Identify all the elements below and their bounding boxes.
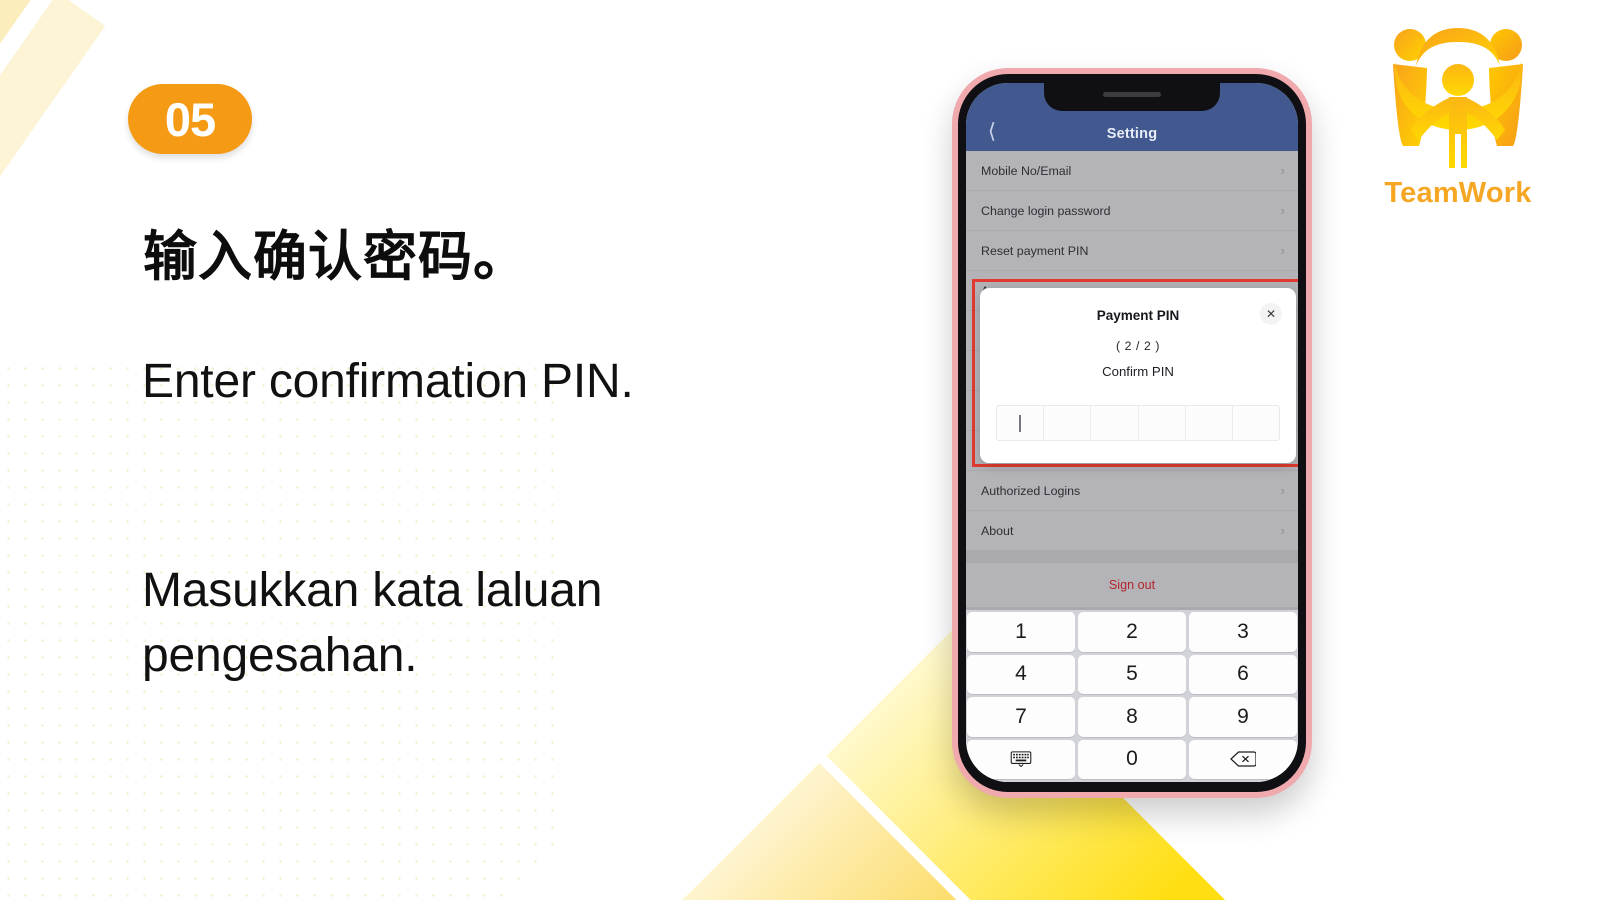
phone-mockup: ⟨ Setting Mobile No/Email › Change login… (952, 68, 1312, 798)
pin-cell-5[interactable] (1186, 406, 1233, 440)
keypad-key-6[interactable]: 6 (1189, 654, 1297, 694)
phone-bezel: ⟨ Setting Mobile No/Email › Change login… (958, 74, 1306, 792)
brand-name-label: TeamWork (1384, 177, 1532, 209)
modal-title: Payment PIN (1096, 307, 1180, 323)
settings-row-label: About (981, 523, 1014, 538)
phone-screen: ⟨ Setting Mobile No/Email › Change login… (966, 83, 1298, 782)
sign-out-button[interactable]: Sign out (966, 563, 1298, 607)
modal-header: Payment PIN ✕ (996, 303, 1282, 326)
sign-out-label: Sign out (1108, 578, 1156, 592)
chevron-left-icon[interactable]: ⟨ (978, 117, 1006, 145)
headline-chinese: 输入确认密码。 (143, 227, 528, 287)
page-title: Setting (1106, 126, 1158, 142)
settings-row-reset-pin[interactable]: Reset payment PIN › (966, 231, 1298, 271)
modal-subtitle: Confirm PIN (1102, 364, 1174, 379)
headline-english: Enter confirmation PIN. (142, 355, 634, 408)
keypad-key-3[interactable]: 3 (1189, 612, 1297, 652)
chevron-right-icon: › (1280, 483, 1285, 498)
pin-cell-2[interactable] (1044, 406, 1092, 440)
step-number-label: 05 (164, 92, 216, 146)
close-icon[interactable]: ✕ (1260, 303, 1282, 325)
settings-row-authorized-logins[interactable]: Authorized Logins › (966, 471, 1298, 511)
settings-row-label: Change login password (981, 203, 1111, 218)
keypad-key-8[interactable]: 8 (1078, 697, 1186, 737)
settings-row-label: Mobile No/Email (981, 163, 1072, 178)
payment-pin-modal: Payment PIN ✕ ( 2 / 2 ) Confirm PIN (980, 288, 1296, 463)
keypad-key-9[interactable]: 9 (1189, 697, 1297, 737)
settings-row-mobile[interactable]: Mobile No/Email › (966, 151, 1298, 191)
phone-notch (1044, 83, 1220, 111)
pin-cell-3[interactable] (1091, 406, 1139, 440)
keypad-key-1[interactable]: 1 (967, 612, 1075, 652)
three-people-teamwork-icon (1393, 28, 1523, 168)
text-caret (1019, 414, 1021, 432)
pin-input-group[interactable] (996, 405, 1280, 441)
list-separator (966, 551, 1298, 563)
pin-cell-4[interactable] (1139, 406, 1186, 440)
settings-row-label: Reset payment PIN (981, 243, 1089, 258)
step-number-badge: 05 (128, 84, 252, 154)
numeric-keypad: 1 2 3 4 5 6 7 8 9 0 (966, 610, 1298, 782)
keypad-key-5[interactable]: 5 (1078, 654, 1186, 694)
chevron-right-icon: › (1280, 163, 1285, 178)
modal-step-counter: ( 2 / 2 ) (1115, 339, 1160, 353)
settings-row-label: Authorized Logins (981, 483, 1081, 498)
slide-canvas: 05 输入确认密码。 Enter confirmation PIN. Masuk… (0, 0, 1600, 900)
brand-logo: TeamWork (1358, 18, 1558, 233)
settings-row-about[interactable]: About › (966, 511, 1298, 551)
keypad-key-7[interactable]: 7 (967, 697, 1075, 737)
notch-speaker (1103, 92, 1161, 97)
keypad-key-4[interactable]: 4 (967, 654, 1075, 694)
keypad-key-2[interactable]: 2 (1078, 612, 1186, 652)
keypad-key-0[interactable]: 0 (1078, 739, 1186, 779)
pin-cell-6[interactable] (1233, 406, 1279, 440)
chevron-right-icon: › (1280, 243, 1285, 258)
chevron-right-icon: › (1280, 203, 1285, 218)
settings-row-change-password[interactable]: Change login password › (966, 191, 1298, 231)
chevron-right-icon: › (1280, 523, 1285, 538)
headline-malay: Masukkan kata laluan pengesahan. (142, 564, 603, 683)
keyboard-icon[interactable] (967, 739, 1075, 779)
pin-cell-1[interactable] (997, 406, 1045, 440)
backspace-icon[interactable] (1189, 739, 1297, 779)
